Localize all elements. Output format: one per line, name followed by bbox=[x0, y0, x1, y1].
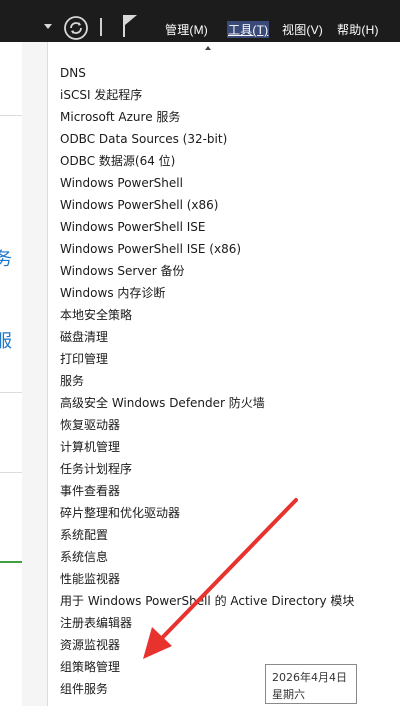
clock-tooltip: 2026年4月4日 星期六 bbox=[265, 664, 357, 704]
menu-item-powershell-x86[interactable]: Windows PowerShell (x86) bbox=[60, 194, 218, 216]
menu-item-firewall[interactable]: 高级安全 Windows Defender 防火墙 bbox=[60, 392, 265, 414]
menu-item-event-viewer[interactable]: 事件查看器 bbox=[60, 480, 120, 502]
divider bbox=[0, 472, 22, 473]
divider bbox=[0, 392, 22, 393]
dropdown-icon-column bbox=[22, 42, 48, 706]
status-line bbox=[0, 561, 22, 563]
menu-item-local-security-policy[interactable]: 本地安全策略 bbox=[60, 304, 132, 326]
menu-item-ad-powershell-module[interactable]: 用于 Windows PowerShell 的 Active Directory… bbox=[60, 590, 354, 612]
divider bbox=[0, 115, 22, 116]
menu-item-defragment[interactable]: 碎片整理和优化驱动器 bbox=[60, 502, 180, 524]
menu-item-iscsi[interactable]: iSCSI 发起程序 bbox=[60, 84, 142, 106]
menu-item-computer-management[interactable]: 计算机管理 bbox=[60, 436, 120, 458]
menu-item-print-management[interactable]: 打印管理 bbox=[60, 348, 108, 370]
dropdown-arrow-icon[interactable] bbox=[44, 24, 52, 29]
menu-item-group-policy-management[interactable]: 组策略管理 bbox=[60, 656, 120, 678]
background-text: 服 bbox=[0, 331, 12, 352]
menu-item-azure[interactable]: Microsoft Azure 服务 bbox=[60, 106, 180, 128]
menu-item-task-scheduler[interactable]: 任务计划程序 bbox=[60, 458, 132, 480]
menu-item-system-configuration[interactable]: 系统配置 bbox=[60, 524, 108, 546]
menu-item-registry-editor[interactable]: 注册表编辑器 bbox=[60, 612, 132, 634]
menu-item-server-backup[interactable]: Windows Server 备份 bbox=[60, 260, 185, 282]
menu-tools[interactable]: 工具(T) bbox=[227, 21, 270, 38]
clock-weekday: 星期六 bbox=[272, 688, 305, 701]
menu-item-dns[interactable]: DNS bbox=[60, 62, 86, 84]
menu-pointer-icon bbox=[205, 46, 211, 50]
server-manager-toolbar: 管理(M) 工具(T) 视图(V) 帮助(H) bbox=[0, 0, 400, 42]
menu-item-odbc-64[interactable]: ODBC 数据源(64 位) bbox=[60, 150, 175, 172]
tools-dropdown-menu: DNS iSCSI 发起程序 Microsoft Azure 服务 ODBC D… bbox=[48, 58, 400, 706]
menu-item-system-information[interactable]: 系统信息 bbox=[60, 546, 108, 568]
flag-icon[interactable] bbox=[119, 13, 141, 39]
background-window: 务 服 bbox=[0, 42, 22, 706]
toolbar-separator bbox=[100, 18, 102, 36]
menu-item-recovery-drive[interactable]: 恢复驱动器 bbox=[60, 414, 120, 436]
menu-manage[interactable]: 管理(M) bbox=[165, 21, 208, 38]
menu-item-resource-monitor[interactable]: 资源监视器 bbox=[60, 634, 120, 656]
menu-item-services[interactable]: 服务 bbox=[60, 370, 84, 392]
menu-item-powershell-ise[interactable]: Windows PowerShell ISE bbox=[60, 216, 206, 238]
clock-date: 2026年4月4日 bbox=[272, 671, 347, 684]
menu-view[interactable]: 视图(V) bbox=[282, 21, 323, 38]
menu-item-odbc-32[interactable]: ODBC Data Sources (32-bit) bbox=[60, 128, 227, 150]
menu-help[interactable]: 帮助(H) bbox=[337, 21, 379, 38]
menu-item-component-services[interactable]: 组件服务 bbox=[60, 678, 108, 700]
menu-item-disk-cleanup[interactable]: 磁盘清理 bbox=[60, 326, 108, 348]
menu-item-powershell-ise-x86[interactable]: Windows PowerShell ISE (x86) bbox=[60, 238, 241, 260]
background-text: 务 bbox=[0, 249, 12, 270]
menu-item-powershell[interactable]: Windows PowerShell bbox=[60, 172, 183, 194]
menu-item-memory-diagnostic[interactable]: Windows 内存诊断 bbox=[60, 282, 165, 304]
refresh-icon[interactable] bbox=[63, 15, 89, 41]
menu-item-performance-monitor[interactable]: 性能监视器 bbox=[60, 568, 120, 590]
